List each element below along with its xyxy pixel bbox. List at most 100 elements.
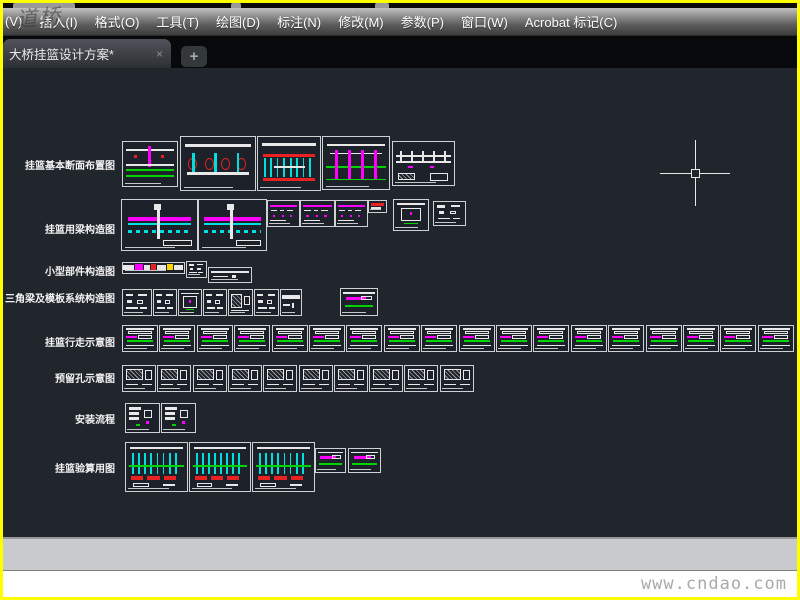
drawing-thumbnail[interactable] — [178, 289, 202, 316]
thumbnail-stroke — [286, 369, 294, 380]
drawing-thumbnail[interactable] — [122, 289, 152, 316]
new-tab-button[interactable]: + — [181, 46, 207, 67]
drawing-thumbnail[interactable] — [197, 325, 233, 352]
drawing-thumbnail[interactable] — [125, 442, 188, 492]
thumbnail-stroke — [314, 339, 340, 343]
drawing-thumbnail[interactable] — [186, 261, 207, 278]
drawing-thumbnail[interactable] — [198, 199, 267, 251]
drawing-thumbnail[interactable] — [571, 325, 607, 352]
thumbnail-stroke — [125, 169, 175, 172]
drawing-thumbnail[interactable] — [299, 365, 333, 392]
drawing-thumbnail[interactable] — [161, 403, 196, 433]
drawing-thumbnail[interactable] — [300, 200, 335, 227]
drawing-thumbnail[interactable] — [208, 267, 252, 283]
drawing-canvas[interactable]: 挂篮基本断面布置图 挂篮用梁构造图 小型部件构造图 三角梁及模板系统构造图 挂篮行走示意… — [3, 68, 797, 537]
drawing-thumbnail[interactable] — [121, 199, 198, 251]
thumbnail-stroke — [163, 335, 174, 338]
drawing-thumbnail[interactable] — [193, 365, 227, 392]
drawing-thumbnail[interactable] — [421, 325, 457, 352]
drawing-thumbnail[interactable] — [122, 262, 185, 274]
thumbnail-stroke — [614, 330, 638, 334]
thumbnail-stroke — [350, 451, 379, 454]
thumbnail-stroke — [162, 484, 175, 487]
thumbnail-stroke — [125, 293, 133, 297]
drawing-thumbnail[interactable] — [335, 200, 368, 227]
drawing-thumbnail[interactable] — [340, 288, 378, 316]
thumbnail-stroke — [400, 150, 403, 162]
drawing-thumbnail[interactable] — [252, 442, 315, 492]
drawing-thumbnail[interactable] — [348, 448, 381, 473]
drawing-thumbnail[interactable] — [384, 325, 420, 352]
drawing-thumbnail[interactable] — [608, 325, 644, 352]
menu-item-9[interactable]: Acrobat 标记(C) — [525, 12, 617, 31]
thumbnail-stroke — [196, 369, 215, 381]
thumbnail-stroke — [451, 205, 461, 208]
drawing-thumbnail[interactable] — [315, 448, 346, 473]
drawing-thumbnail[interactable] — [392, 141, 455, 186]
thumbnail-stroke — [175, 334, 189, 340]
menu-item-1[interactable]: 插入(I) — [39, 12, 77, 31]
tab-close-icon[interactable]: × — [156, 47, 163, 61]
drawing-thumbnail[interactable] — [125, 403, 160, 433]
thumbnail-stroke — [650, 335, 661, 338]
thumbnail-stroke — [125, 175, 175, 178]
drawing-thumbnail[interactable] — [346, 325, 382, 352]
drawing-thumbnail[interactable] — [228, 289, 253, 316]
drawing-thumbnail[interactable] — [122, 325, 158, 352]
drawing-thumbnail[interactable] — [404, 365, 438, 392]
drawing-thumbnail[interactable] — [440, 365, 474, 392]
drawing-thumbnail[interactable] — [153, 289, 177, 316]
thumbnail-stroke — [762, 335, 773, 338]
menu-item-4[interactable]: 绘图(D) — [216, 12, 260, 31]
menu-item-8[interactable]: 窗口(W) — [461, 12, 508, 31]
thumbnail-stroke — [324, 214, 327, 217]
thumbnail-stroke — [189, 300, 191, 303]
drawing-thumbnail[interactable] — [758, 325, 794, 352]
drawing-thumbnail[interactable] — [180, 136, 256, 191]
drawing-thumbnail[interactable] — [646, 325, 682, 352]
drawing-thumbnail[interactable] — [322, 136, 390, 190]
menu-item-5[interactable]: 标注(N) — [277, 12, 321, 31]
drawing-thumbnail[interactable] — [393, 199, 429, 231]
drawing-thumbnail[interactable] — [433, 201, 466, 226]
drawing-thumbnail[interactable] — [334, 365, 368, 392]
drawing-thumbnail[interactable] — [496, 325, 532, 352]
menu-item-7[interactable]: 参数(P) — [401, 12, 444, 31]
drawing-thumbnail[interactable] — [280, 289, 302, 316]
drawing-thumbnail[interactable] — [157, 365, 191, 392]
drawing-thumbnail[interactable] — [368, 200, 387, 213]
drawing-thumbnail[interactable] — [683, 325, 719, 352]
thumbnail-stroke — [392, 369, 400, 380]
drawing-thumbnail[interactable] — [257, 136, 321, 191]
thumbnail-stroke — [235, 240, 262, 246]
thumbnail-stroke — [180, 369, 188, 380]
menu-item-3[interactable]: 工具(T) — [156, 12, 199, 31]
thumbnail-stroke — [464, 339, 490, 343]
thumbnail-stroke — [426, 339, 452, 343]
drawing-thumbnail[interactable] — [159, 325, 195, 352]
thumbnail-stroke — [723, 328, 753, 330]
menu-item-6[interactable]: 修改(M) — [338, 12, 384, 31]
thumbnail-stroke — [437, 205, 445, 208]
thumbnail-stroke — [407, 369, 426, 381]
thumbnail-stroke — [156, 452, 159, 475]
drawing-thumbnail[interactable] — [203, 289, 227, 316]
drawing-thumbnail[interactable] — [122, 365, 156, 392]
drawing-thumbnail[interactable] — [267, 200, 300, 227]
file-tab-active[interactable]: 大桥挂篮设计方案* × — [3, 39, 171, 68]
drawing-thumbnail[interactable] — [309, 325, 345, 352]
drawing-thumbnail[interactable] — [369, 365, 403, 392]
menu-item-2[interactable]: 格式(O) — [95, 12, 140, 31]
drawing-thumbnail[interactable] — [254, 289, 279, 316]
drawing-thumbnail[interactable] — [234, 325, 270, 352]
thumbnail-stroke — [301, 452, 304, 475]
drawing-thumbnail[interactable] — [263, 365, 297, 392]
drawing-thumbnail[interactable] — [189, 442, 251, 492]
drawing-thumbnail[interactable] — [228, 365, 262, 392]
drawing-thumbnail[interactable] — [720, 325, 756, 352]
drawing-thumbnail[interactable] — [533, 325, 569, 352]
menu-item-0[interactable]: (V) — [5, 14, 22, 29]
drawing-thumbnail[interactable] — [122, 141, 178, 187]
drawing-thumbnail[interactable] — [272, 325, 308, 352]
drawing-thumbnail[interactable] — [459, 325, 495, 352]
